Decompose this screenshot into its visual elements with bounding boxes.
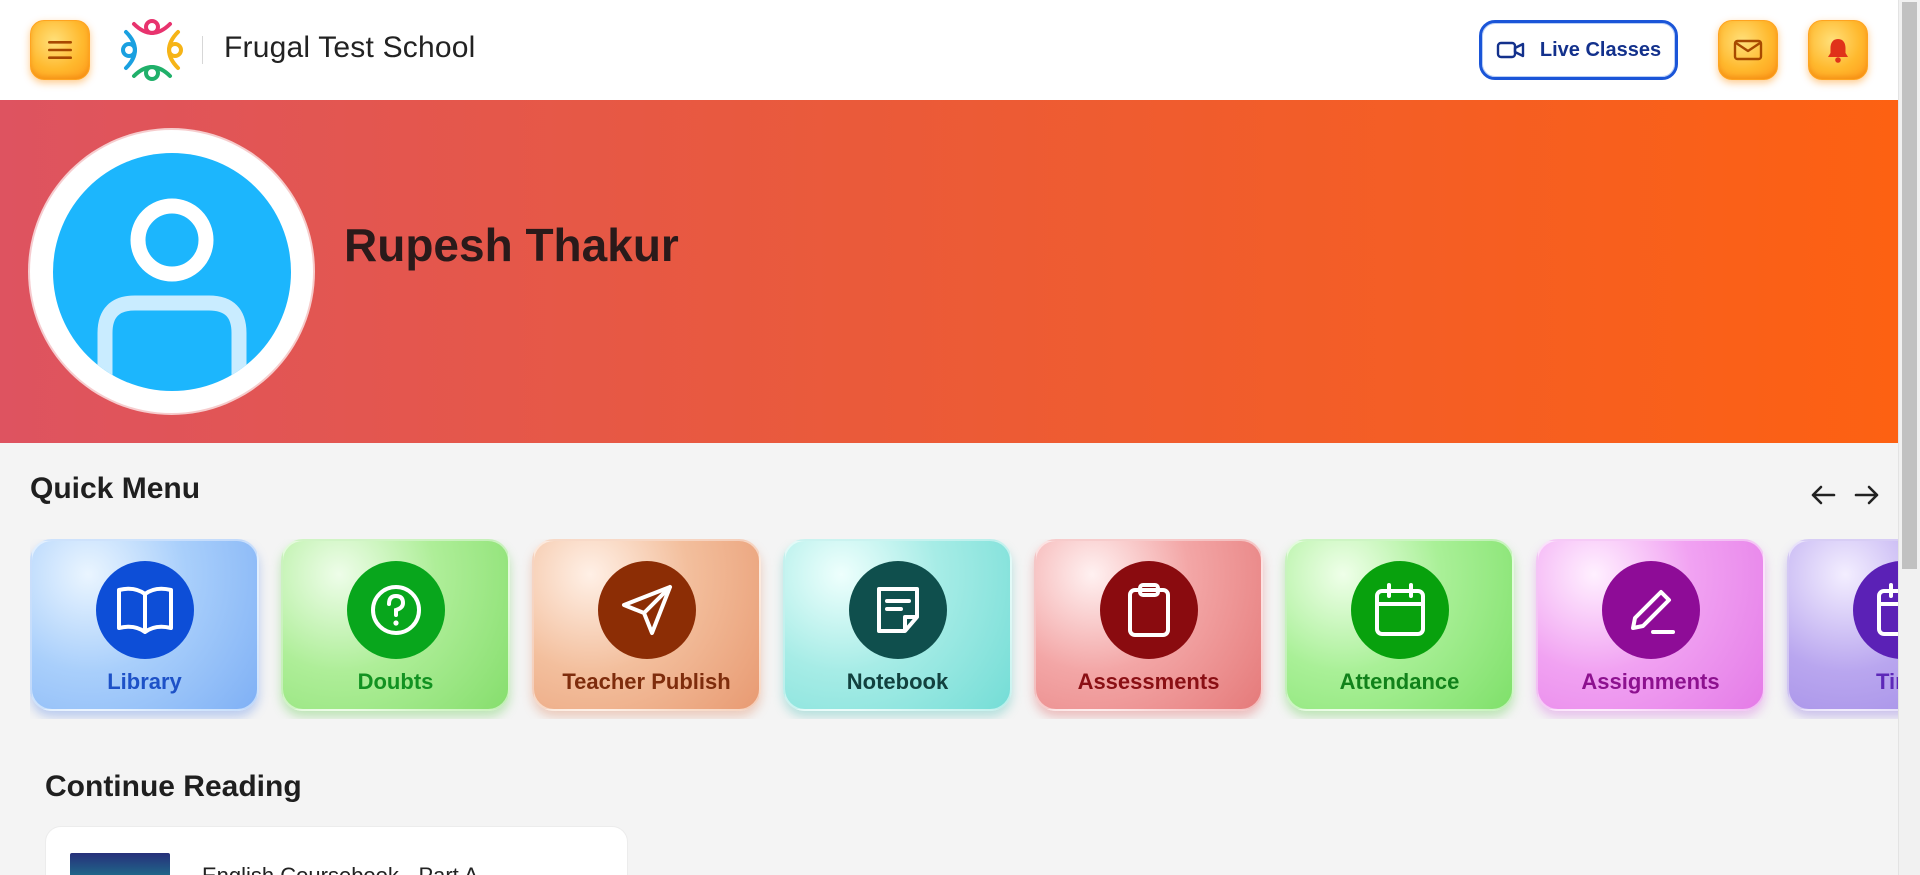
paper-plane-icon xyxy=(597,561,696,659)
quick-menu-label: Attendance xyxy=(1339,669,1460,694)
video-camera-icon xyxy=(1496,41,1525,59)
calendar-icon xyxy=(1350,561,1449,659)
hamburger-menu-icon xyxy=(48,41,72,59)
user-avatar-icon xyxy=(52,152,291,391)
continue-reading-title: Continue Reading xyxy=(45,770,302,803)
notifications-button[interactable] xyxy=(1808,20,1868,80)
quick-menu-label: Notebook xyxy=(846,669,949,694)
book-cover xyxy=(70,853,170,875)
quick-menu-library[interactable]: Library xyxy=(30,539,259,711)
continue-reading-card[interactable]: English Coursebook - Part A xyxy=(45,826,628,875)
live-classes-label: Live Classes xyxy=(1539,38,1662,61)
school-logo xyxy=(121,19,183,81)
sticky-note-icon xyxy=(848,561,947,659)
user-name: Rupesh Thakur xyxy=(344,219,679,271)
book-title: English Coursebook - Part A xyxy=(202,863,478,875)
quick-menu-assessments[interactable]: Assessments xyxy=(1034,539,1263,711)
page-scrollbar[interactable] xyxy=(1898,0,1920,875)
quick-menu-timetable[interactable]: Time xyxy=(1787,539,1898,711)
quick-menu-attendance[interactable]: Attendance xyxy=(1285,539,1514,711)
bell-icon xyxy=(1828,39,1848,63)
top-header: Frugal Test School Live Classes xyxy=(0,0,1898,100)
quick-menu-title: Quick Menu xyxy=(30,472,201,505)
profile-banner: Rupesh Thakur xyxy=(0,100,1898,443)
quick-menu-label: Teacher Publish xyxy=(562,669,731,694)
live-classes-button[interactable]: Live Classes xyxy=(1479,20,1678,80)
avatar[interactable] xyxy=(30,130,313,413)
carousel-next-button[interactable] xyxy=(1850,478,1884,512)
quick-menu-doubts[interactable]: Doubts xyxy=(281,539,510,711)
quick-menu-notebook[interactable]: Notebook xyxy=(783,539,1012,711)
mail-icon xyxy=(1733,39,1763,61)
carousel-prev-button[interactable] xyxy=(1806,478,1840,512)
quick-menu-carousel: Library Doubts Teacher Publish Notebook … xyxy=(30,539,1898,719)
quick-menu-label: Doubts xyxy=(357,669,434,694)
header-divider xyxy=(202,36,203,64)
quick-menu-assignments[interactable]: Assignments xyxy=(1536,539,1765,711)
pencil-icon xyxy=(1601,561,1700,659)
arrow-right-icon xyxy=(1854,485,1879,505)
mail-button[interactable] xyxy=(1718,20,1778,80)
clipboard-icon xyxy=(1099,561,1198,659)
question-circle-icon xyxy=(346,561,445,659)
quick-menu-teacher-publish[interactable]: Teacher Publish xyxy=(532,539,761,711)
quick-menu-label: Time xyxy=(1876,669,1898,694)
quick-menu-label: Assessments xyxy=(1077,669,1220,694)
quick-menu-label: Assignments xyxy=(1581,669,1720,694)
school-name: Frugal Test School xyxy=(224,31,476,64)
book-open-icon xyxy=(95,561,194,659)
menu-button[interactable] xyxy=(30,20,90,80)
arrow-left-icon xyxy=(1811,485,1836,505)
calendar-icon xyxy=(1852,561,1898,659)
scrollbar-thumb[interactable] xyxy=(1902,2,1917,569)
quick-menu-label: Library xyxy=(107,669,182,694)
